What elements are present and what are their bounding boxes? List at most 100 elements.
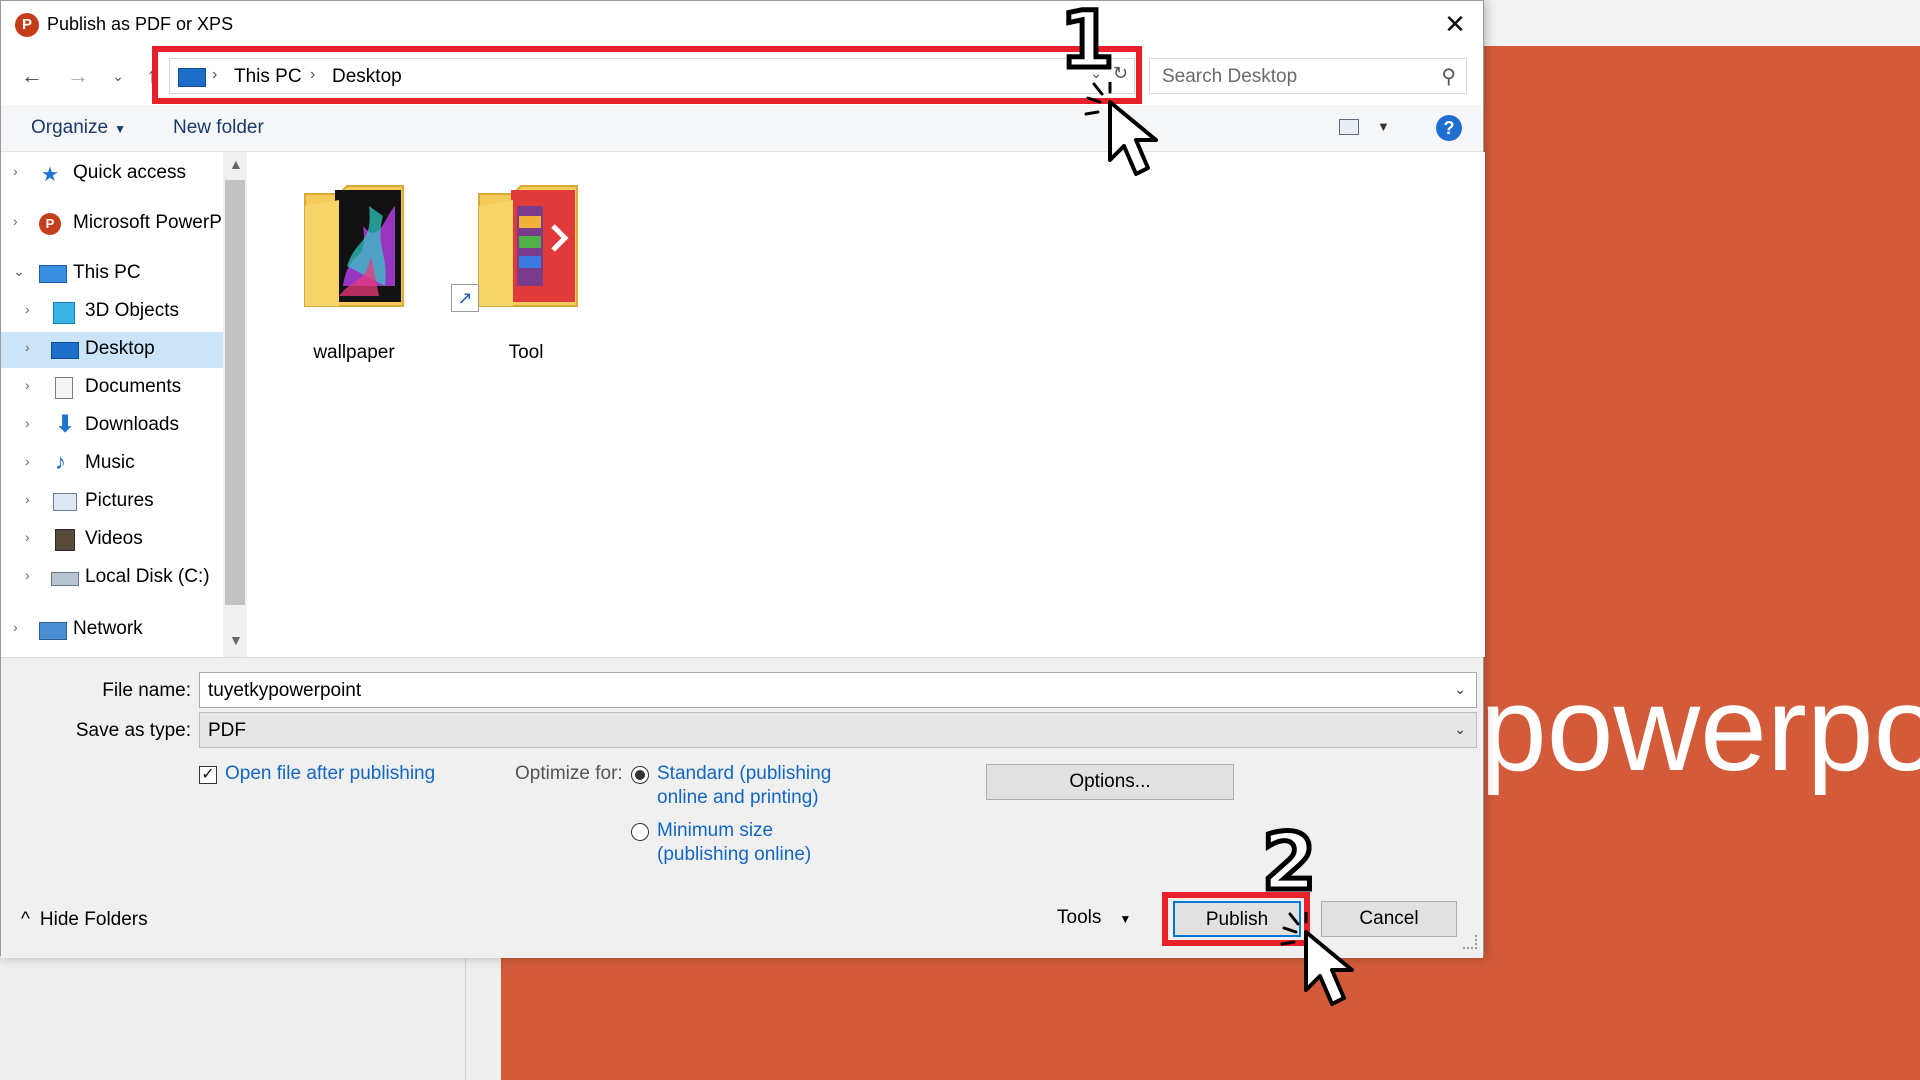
shortcut-icon: [478, 185, 578, 307]
scroll-down-icon[interactable]: ▼: [229, 632, 243, 648]
chevron-right-icon[interactable]: ›: [13, 163, 18, 179]
search-icon: ⚲: [1441, 66, 1456, 88]
title-bar: P Publish as PDF or XPS ✕: [1, 1, 1483, 47]
file-item-wallpaper[interactable]: wallpaper: [279, 176, 429, 366]
chevron-right-icon[interactable]: ›: [25, 529, 30, 545]
resize-grip-icon[interactable]: [1463, 935, 1477, 949]
organize-button[interactable]: Organize ▼: [31, 117, 126, 139]
options-button[interactable]: Options...: [986, 764, 1234, 800]
tree-label: Desktop: [85, 338, 155, 359]
view-options-icon[interactable]: [1339, 119, 1359, 135]
chevron-right-icon[interactable]: ›: [25, 453, 30, 469]
organize-label: Organize: [31, 117, 109, 138]
caret-down-icon: ▼: [1119, 912, 1132, 926]
tree-item-quick-access[interactable]: › ★ Quick access: [1, 156, 223, 192]
tree-item-downloads[interactable]: › ⬇ Downloads: [1, 408, 223, 444]
document-icon: [55, 377, 73, 399]
tree-label: Music: [85, 452, 135, 473]
tree-item-desktop[interactable]: › Desktop: [1, 332, 223, 368]
chevron-right-icon[interactable]: ›: [25, 567, 30, 583]
star-icon: ★: [41, 164, 59, 186]
tree-label: Videos: [85, 528, 143, 549]
open-after-checkbox[interactable]: ✓: [199, 766, 217, 784]
network-icon: [39, 622, 67, 640]
command-toolbar: Organize ▼ New folder ▼ ?: [1, 105, 1483, 152]
tree-label: Microsoft PowerP: [73, 212, 222, 233]
chevron-down-icon[interactable]: ⌄: [1454, 721, 1466, 738]
navigation-pane: › ★ Quick access › P Microsoft PowerP ⌄ …: [1, 152, 247, 657]
tree-item-music[interactable]: › ♪ Music: [1, 446, 223, 482]
tree-label: Local Disk (C:): [85, 566, 210, 587]
tools-button[interactable]: Tools ▼: [1057, 907, 1131, 929]
search-box[interactable]: Search Desktop ⚲: [1149, 58, 1467, 94]
view-dropdown-icon[interactable]: ▼: [1377, 119, 1390, 134]
pointer-cursor-icon: [1084, 82, 1158, 176]
chevron-down-icon[interactable]: ⌄: [1454, 681, 1466, 698]
standard-radio[interactable]: [631, 766, 649, 784]
file-name-input[interactable]: tuyetkypowerpoint ⌄: [199, 672, 1477, 708]
chevron-right-icon[interactable]: ›: [25, 377, 30, 393]
save-type-value: PDF: [208, 720, 246, 741]
scroll-up-icon[interactable]: ▲: [229, 156, 243, 172]
recent-locations-chevron-icon[interactable]: ⌄: [103, 61, 133, 91]
open-after-label[interactable]: Open file after publishing: [225, 763, 435, 785]
chevron-right-icon[interactable]: ›: [13, 619, 18, 635]
tree-item-powerpoint[interactable]: › P Microsoft PowerP: [1, 206, 223, 242]
chevron-right-icon[interactable]: ›: [25, 415, 30, 431]
tree-item-local-disk[interactable]: › Local Disk (C:): [1, 560, 223, 596]
chevron-right-icon[interactable]: ›: [25, 339, 30, 355]
file-label: wallpaper: [313, 342, 395, 363]
file-name-value: tuyetkypowerpoint: [208, 680, 362, 701]
close-button[interactable]: ✕: [1427, 1, 1483, 47]
download-icon: ⬇: [55, 411, 76, 438]
chevron-up-icon: ^: [21, 909, 30, 930]
chevron-right-icon[interactable]: ›: [13, 213, 18, 229]
hide-folders-button[interactable]: ^ Hide Folders: [21, 909, 148, 931]
computer-icon: [39, 265, 67, 283]
tree-label: Documents: [85, 376, 182, 397]
scroll-thumb[interactable]: [225, 180, 245, 605]
tree-item-this-pc[interactable]: ⌄ This PC: [1, 256, 223, 292]
forward-arrow-icon[interactable]: →: [63, 61, 93, 91]
back-arrow-icon[interactable]: ←: [17, 61, 47, 91]
standard-option-line2[interactable]: online and printing): [657, 787, 819, 809]
desktop-icon: [51, 342, 79, 359]
tree-item-videos[interactable]: › Videos: [1, 522, 223, 558]
cube-icon: [53, 302, 75, 324]
file-item-tool[interactable]: ↗ Tool: [451, 176, 601, 366]
pointer-cursor-icon: [1280, 912, 1354, 1006]
tree-label: Quick access: [73, 162, 186, 183]
picture-icon: [53, 493, 77, 511]
optimize-label: Optimize for:: [515, 763, 623, 784]
hide-folders-label: Hide Folders: [39, 909, 148, 930]
navigation-scrollbar[interactable]: ▲ ▼: [223, 152, 247, 657]
save-type-select[interactable]: PDF ⌄: [199, 712, 1477, 748]
chevron-down-icon[interactable]: ⌄: [13, 263, 25, 280]
video-icon: [55, 529, 75, 551]
minimum-radio[interactable]: [631, 823, 649, 841]
step-number-1: 1: [1057, 0, 1116, 89]
caret-down-icon: ▼: [114, 122, 126, 136]
tree-label: Network: [73, 618, 143, 639]
file-label: Tool: [508, 342, 544, 363]
chevron-right-icon[interactable]: ›: [25, 491, 30, 507]
tree-item-pictures[interactable]: › Pictures: [1, 484, 223, 520]
slide-title-text: powerpo: [1480, 662, 1920, 796]
tree-label: Pictures: [85, 490, 154, 511]
minimum-option-line2[interactable]: (publishing online): [657, 844, 811, 866]
powerpoint-app-icon: P: [15, 13, 39, 37]
help-icon[interactable]: ?: [1436, 115, 1462, 141]
minimum-option-line1[interactable]: Minimum size: [657, 820, 773, 842]
chevron-right-icon[interactable]: ›: [25, 301, 30, 317]
file-list-pane: wallpaper ↗ Tool: [247, 152, 1485, 657]
publish-dialog: P Publish as PDF or XPS ✕ ← → ⌄ ↑ › This…: [0, 0, 1485, 958]
powerpoint-icon: P: [39, 213, 61, 235]
tree-label: Downloads: [85, 414, 179, 435]
tree-item-3d-objects[interactable]: › 3D Objects: [1, 294, 223, 330]
tree-item-documents[interactable]: › Documents: [1, 370, 223, 406]
tree-label: 3D Objects: [85, 300, 179, 321]
tree-item-network[interactable]: › Network: [1, 612, 223, 648]
disk-icon: [51, 572, 79, 586]
standard-option-line1[interactable]: Standard (publishing: [657, 763, 831, 785]
new-folder-button[interactable]: New folder: [173, 117, 264, 139]
